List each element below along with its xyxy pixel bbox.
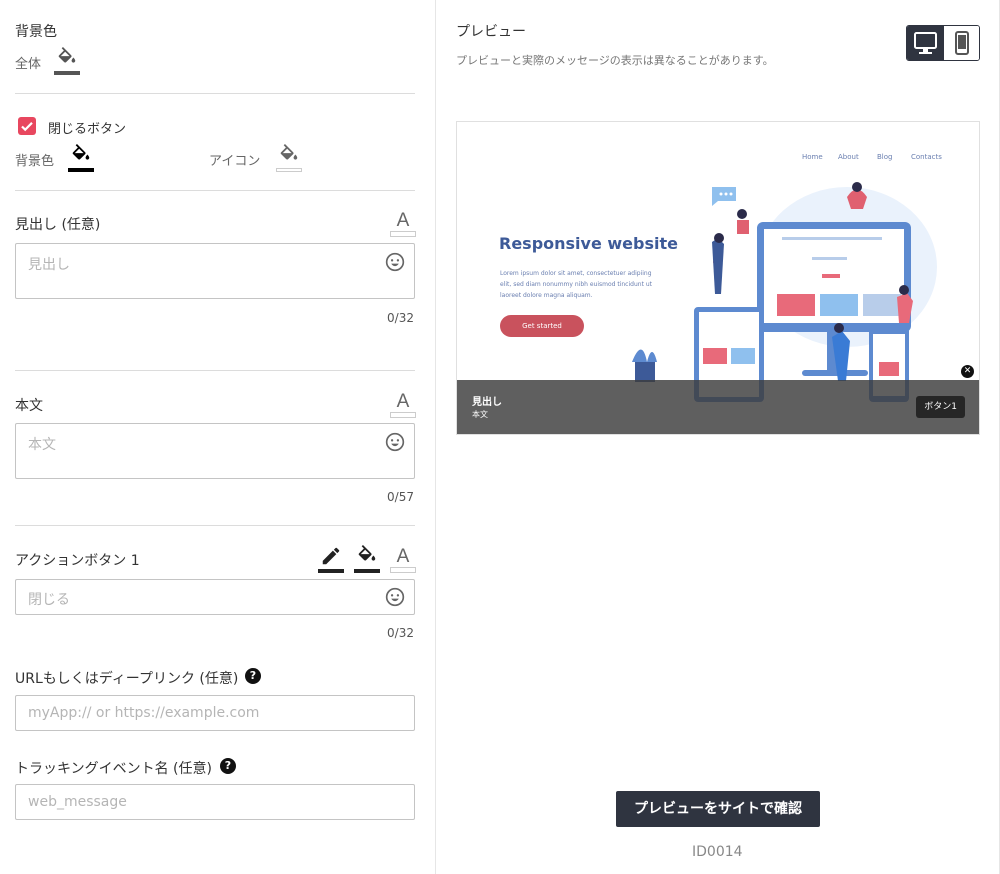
font-color-swatch	[390, 231, 416, 237]
close-button-checkbox[interactable]	[18, 117, 36, 135]
desktop-button[interactable]	[907, 26, 944, 60]
settings-panel: 背景色 全体 閉じるボタン 背景色 アイコン 見出し (任意) A 見出し 0/…	[0, 0, 436, 874]
background-all-label: 全体	[15, 57, 42, 72]
message-id: ID0014	[692, 844, 743, 860]
action-button-font-color-picker[interactable]: A	[390, 547, 416, 573]
site-cta-button: Get started	[500, 315, 584, 337]
emoji-icon[interactable]	[385, 252, 405, 272]
font-color-swatch	[390, 567, 416, 573]
close-button-label: 閉じるボタン	[48, 122, 127, 137]
device-toggle	[906, 25, 980, 61]
banner-headline: 見出し	[472, 397, 502, 408]
body-placeholder: 本文	[28, 437, 56, 453]
checkmark-icon	[21, 122, 33, 132]
site-nav-contacts: Contacts	[911, 153, 942, 161]
tracking-help-icon[interactable]: ?	[220, 758, 236, 774]
preview-on-site-button[interactable]: プレビューをサイトで確認	[616, 791, 820, 827]
close-icon-color-swatch	[276, 168, 302, 172]
divider	[15, 93, 415, 94]
preview-frame: Home About Blog Contacts Responsive webs…	[456, 121, 980, 435]
banner-body: 本文	[472, 410, 488, 419]
paint-bucket-icon	[72, 144, 90, 160]
body-textarea[interactable]: 本文	[15, 423, 415, 479]
headline-textarea[interactable]: 見出し	[15, 243, 415, 299]
divider	[15, 370, 415, 371]
emoji-icon[interactable]	[385, 587, 405, 607]
action-button-title: アクションボタン 1	[15, 553, 140, 569]
responsive-website-illustration	[632, 182, 937, 402]
font-color-swatch	[390, 412, 416, 418]
tracking-input[interactable]: web_message	[15, 784, 415, 820]
body-counter: 0/57	[387, 490, 414, 504]
action-button-input[interactable]: 閉じる	[15, 579, 415, 615]
background-title: 背景色	[15, 24, 57, 40]
pencil-icon	[322, 547, 340, 565]
font-color-icon: A	[396, 391, 410, 412]
action-button-placeholder: 閉じる	[28, 592, 70, 608]
close-bg-color-swatch	[68, 168, 94, 172]
body-font-color-picker[interactable]: A	[390, 392, 416, 418]
font-color-icon: A	[396, 546, 410, 567]
site-nav-about: About	[838, 153, 859, 161]
url-help-icon[interactable]: ?	[245, 668, 261, 684]
mobile-button[interactable]	[944, 26, 979, 60]
divider	[15, 525, 415, 526]
close-bg-label: 背景色	[15, 154, 55, 169]
banner-close-icon[interactable]: ✕	[961, 365, 974, 378]
banner-action-button[interactable]: ボタン1	[916, 396, 965, 418]
action-button-bg-color-picker[interactable]	[354, 545, 380, 573]
site-nav-home: Home	[802, 153, 823, 161]
preview-panel: プレビュー プレビューと実際のメッセージの表示は異なることがあります。 Home…	[436, 0, 1000, 874]
divider	[15, 190, 415, 191]
tracking-placeholder: web_message	[28, 794, 127, 810]
url-placeholder: myApp:// or https://example.com	[28, 705, 260, 721]
headline-title: 見出し (任意)	[15, 217, 101, 233]
paint-bucket-icon	[280, 144, 298, 160]
site-nav-blog: Blog	[877, 153, 893, 161]
tracking-title: トラッキングイベント名 (任意)	[15, 761, 212, 777]
close-bg-color-picker[interactable]	[68, 144, 94, 172]
close-icon-color-picker[interactable]	[276, 144, 302, 172]
headline-font-color-picker[interactable]: A	[390, 211, 416, 237]
action-bg-color-swatch	[354, 569, 380, 573]
mobile-icon	[955, 31, 969, 55]
emoji-icon[interactable]	[385, 432, 405, 452]
body-title: 本文	[15, 398, 43, 414]
action-text-color-swatch	[318, 569, 344, 573]
preview-title: プレビュー	[456, 24, 526, 40]
preview-note: プレビューと実際のメッセージの表示は異なることがあります。	[456, 54, 774, 67]
message-banner: 見出し 本文 ボタン1	[457, 380, 979, 434]
close-icon-label: アイコン	[209, 154, 261, 169]
action-button-edit-color-picker[interactable]	[318, 545, 344, 573]
background-color-picker[interactable]	[54, 47, 80, 75]
url-input[interactable]: myApp:// or https://example.com	[15, 695, 415, 731]
desktop-icon	[914, 32, 937, 54]
paint-bucket-icon	[58, 47, 76, 63]
url-title: URLもしくはディープリンク (任意)	[15, 671, 239, 687]
font-color-icon: A	[396, 210, 410, 231]
action-button-counter: 0/32	[387, 626, 414, 640]
headline-counter: 0/32	[387, 311, 414, 325]
background-color-swatch	[54, 71, 80, 75]
paint-bucket-icon	[358, 545, 376, 561]
headline-placeholder: 見出し	[28, 257, 70, 273]
